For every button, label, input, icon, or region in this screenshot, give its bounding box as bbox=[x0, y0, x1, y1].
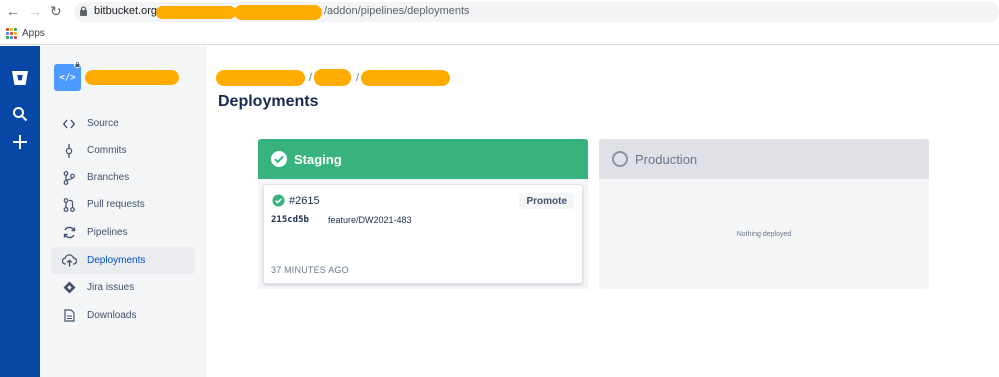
success-icon bbox=[272, 194, 285, 207]
sidebar-item-label: Pipelines bbox=[87, 227, 128, 238]
downloads-icon bbox=[51, 309, 87, 322]
apps-dot bbox=[14, 32, 17, 35]
bitbucket-logo-icon[interactable] bbox=[8, 66, 32, 90]
check-circle-icon bbox=[271, 151, 287, 167]
reload-icon[interactable]: ↻ bbox=[50, 3, 62, 19]
promote-button[interactable]: Promote bbox=[519, 193, 574, 209]
pipelines-icon bbox=[51, 226, 87, 239]
breadcrumb-item-redacted[interactable] bbox=[216, 70, 305, 86]
environment-name: Staging bbox=[294, 151, 342, 167]
forward-arrow-icon[interactable]: → bbox=[28, 3, 42, 19]
apps-dot bbox=[10, 32, 13, 35]
deployments-icon bbox=[51, 254, 87, 267]
branch-icon bbox=[51, 170, 87, 185]
sidebar-item-jira-issues[interactable]: Jira issues bbox=[51, 274, 195, 301]
sidebar-item-deployments[interactable]: Deployments bbox=[51, 247, 195, 274]
sidebar-item-pipelines[interactable]: Pipelines bbox=[51, 219, 195, 246]
empty-state-text: Nothing deployed bbox=[736, 231, 792, 238]
breadcrumb-item-redacted[interactable] bbox=[361, 70, 450, 86]
sidebar-item-pull-requests[interactable]: Pull requests bbox=[51, 191, 195, 218]
apps-dot bbox=[14, 36, 17, 39]
apps-dot bbox=[6, 28, 9, 31]
sidebar-item-label: Jira issues bbox=[87, 282, 135, 293]
deployment-card[interactable]: #2615 Promote 215cd5b feature/DW2021-483… bbox=[263, 184, 583, 284]
sidebar-item-label: Deployments bbox=[87, 255, 146, 266]
breadcrumb-item-redacted[interactable] bbox=[314, 69, 351, 86]
staging-header: Staging bbox=[258, 139, 588, 179]
environment-production: Production Nothing deployed bbox=[599, 139, 929, 289]
apps-dot bbox=[6, 32, 9, 35]
apps-dot bbox=[10, 28, 13, 31]
bookmarks-bar bbox=[0, 24, 999, 45]
sidebar-item-label: Pull requests bbox=[87, 199, 145, 210]
global-nav bbox=[0, 46, 40, 377]
redacted-url-part bbox=[156, 6, 236, 19]
sidebar-item-label: Commits bbox=[87, 145, 127, 156]
pull-request-icon bbox=[51, 197, 87, 212]
environment-staging: Staging #2615 Promote 215cd5b feature/DW… bbox=[258, 139, 588, 289]
sidebar-item-branches[interactable]: Branches bbox=[51, 164, 195, 191]
breadcrumb-separator: / bbox=[309, 72, 313, 84]
commit-icon bbox=[51, 143, 87, 158]
sidebar-item-downloads[interactable]: Downloads bbox=[51, 302, 195, 329]
search-icon[interactable] bbox=[8, 102, 32, 126]
redacted-url-part bbox=[234, 5, 322, 20]
breadcrumb-separator: / bbox=[356, 72, 360, 84]
sidebar-item-label: Branches bbox=[87, 172, 130, 183]
sidebar-item-label: Downloads bbox=[87, 310, 137, 321]
staging-body: #2615 Promote 215cd5b feature/DW2021-483… bbox=[258, 179, 588, 289]
page-title: Deployments bbox=[218, 93, 319, 110]
repo-avatar[interactable]: </> bbox=[54, 64, 81, 91]
deployment-time: 37 MINUTES AGO bbox=[271, 265, 349, 275]
lock-icon bbox=[80, 6, 87, 16]
empty-circle-icon bbox=[612, 151, 628, 167]
build-number[interactable]: #2615 bbox=[289, 195, 320, 207]
apps-bookmark[interactable]: Apps bbox=[22, 28, 45, 39]
redacted-repo-name bbox=[85, 70, 179, 85]
url-path: /addon/pipelines/deployments bbox=[324, 5, 470, 17]
code-icon bbox=[51, 119, 87, 129]
create-plus-icon[interactable] bbox=[8, 130, 32, 154]
url-host: bitbucket.org bbox=[94, 5, 157, 17]
sidebar-item-label: Source bbox=[87, 118, 119, 129]
environment-name: Production bbox=[635, 151, 698, 167]
commit-hash[interactable]: 215cd5b bbox=[271, 215, 309, 225]
sidebar-item-commits[interactable]: Commits bbox=[51, 137, 195, 164]
sidebar-item-source[interactable]: Source bbox=[51, 110, 195, 137]
apps-dot bbox=[6, 36, 9, 39]
private-lock-icon bbox=[74, 61, 81, 68]
back-arrow-icon[interactable]: ← bbox=[6, 3, 20, 19]
apps-dot bbox=[10, 36, 13, 39]
jira-icon bbox=[51, 281, 87, 294]
branch-name[interactable]: feature/DW2021-483 bbox=[328, 215, 412, 225]
browser-address-bar: ← → ↻ bitbucket.org /addon/pipelines/dep… bbox=[0, 0, 999, 24]
apps-grid-icon[interactable] bbox=[6, 28, 17, 39]
production-header: Production bbox=[599, 139, 929, 179]
apps-dot bbox=[14, 28, 17, 31]
